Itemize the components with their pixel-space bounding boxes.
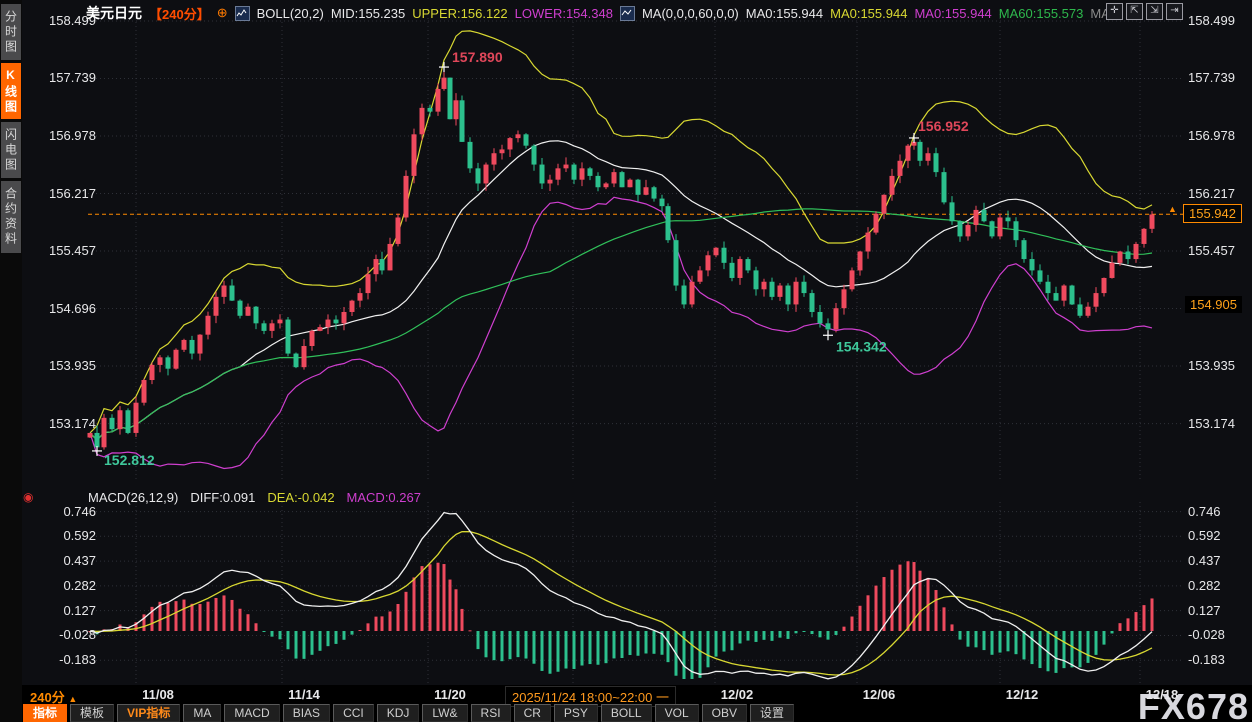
toolbar-button-指标[interactable]: 指标 bbox=[23, 704, 67, 722]
sidebar-tab-4[interactable]: 合约资料 bbox=[1, 181, 21, 253]
macd-header: MACD(26,12,9) DIFF:0.091 DEA:-0.042 MACD… bbox=[88, 490, 421, 505]
boll-lower-value: LOWER:154.348 bbox=[515, 6, 613, 21]
ma-label: MA(0,0,0,60,0,0) bbox=[642, 6, 739, 21]
trading-app-window: 152.812 157.890 154.342 156.952 分时图 K线图闪电图合约… bbox=[0, 0, 1252, 722]
toolbar-button-MA[interactable]: MA bbox=[183, 704, 221, 722]
toolbar-button-CR[interactable]: CR bbox=[514, 704, 551, 722]
toolbar-button-VIP指标[interactable]: VIP指标 bbox=[117, 704, 180, 722]
pan-right-icon[interactable]: ⇥ bbox=[1166, 3, 1183, 20]
boll-mid-value: MID:155.235 bbox=[331, 6, 405, 21]
ma0-magenta-value: MA0:155.944 bbox=[914, 6, 991, 21]
toolbar-button-CCI[interactable]: CCI bbox=[333, 704, 374, 722]
time-axis-label: 12/12 bbox=[1006, 687, 1039, 702]
toolbar-button-模板[interactable]: 模板 bbox=[70, 704, 114, 722]
toolbar-button-BOLL[interactable]: BOLL bbox=[601, 704, 652, 722]
toolbar-button-LW&[interactable]: LW& bbox=[422, 704, 467, 722]
watermark-logo: FX678 bbox=[1138, 686, 1249, 722]
indicator-toolbar: 指标模板VIP指标MAMACDBIASCCIKDJLW&RSICRPSYBOLL… bbox=[23, 704, 794, 722]
macd-title: MACD(26,12,9) bbox=[88, 490, 178, 505]
time-axis-label: 12/02 bbox=[721, 687, 754, 702]
boll-label: BOLL(20,2) bbox=[257, 6, 324, 21]
toolbar-button-RSI[interactable]: RSI bbox=[471, 704, 511, 722]
axis-zoom-in-icon[interactable]: ⇱ bbox=[1126, 3, 1143, 20]
macd-macd-value: MACD:0.267 bbox=[347, 490, 421, 505]
sidebar: 分时图 K线图闪电图合约资料 bbox=[0, 0, 22, 722]
time-axis-label: 12/06 bbox=[863, 687, 896, 702]
svg-text:156.952: 156.952 bbox=[918, 118, 969, 134]
boll-indicator-icon[interactable] bbox=[235, 6, 250, 21]
price-marker-arrow-icon: ▲ bbox=[1168, 204, 1177, 214]
svg-text:154.342: 154.342 bbox=[836, 338, 887, 354]
current-price-badge: 155.942 bbox=[1183, 204, 1242, 223]
sidebar-tab-2[interactable]: K线图 bbox=[1, 63, 21, 119]
selected-price-badge: 154.905 bbox=[1185, 296, 1242, 313]
time-axis-bar: 240分 ▲ 2025/11/24 18:00~22:00 一 11/0811/… bbox=[22, 685, 1252, 703]
axis-zoom-out-icon[interactable]: ⇲ bbox=[1146, 3, 1163, 20]
boll-upper-value: UPPER:156.122 bbox=[412, 6, 507, 21]
time-axis-label: 11/08 bbox=[142, 687, 174, 702]
toolbar-button-PSY[interactable]: PSY bbox=[554, 704, 598, 722]
toolbar-button-VOL[interactable]: VOL bbox=[655, 704, 699, 722]
ma60-value: MA60:155.573 bbox=[999, 6, 1084, 21]
timeframe-text: 240分 bbox=[30, 690, 65, 705]
symbol-name: 美元日元 bbox=[86, 3, 142, 23]
crosshair-icon[interactable]: ✛ bbox=[1106, 3, 1123, 20]
toolbar-button-KDJ[interactable]: KDJ bbox=[377, 704, 420, 722]
sidebar-tab-1[interactable]: 分时图 bbox=[1, 4, 21, 60]
timeframe-label[interactable]: 【240分】 bbox=[149, 4, 210, 23]
svg-text:157.890: 157.890 bbox=[452, 49, 503, 65]
macd-settings-icon[interactable]: ◉ bbox=[23, 490, 33, 504]
chart-header: 美元日元 【240分】 ⊕ BOLL(20,2) MID:155.235 UPP… bbox=[86, 3, 1121, 23]
time-axis-label: 11/14 bbox=[288, 687, 320, 702]
target-icon[interactable]: ⊕ bbox=[217, 5, 228, 21]
time-axis-label: 11/20 bbox=[434, 687, 466, 702]
chart-tool-icons: ✛⇱⇲⇥ bbox=[1106, 3, 1183, 20]
toolbar-button-OBV[interactable]: OBV bbox=[702, 704, 747, 722]
candlestick-chart[interactable]: 152.812 157.890 154.342 156.952 bbox=[0, 0, 1252, 722]
sidebar-tab-3[interactable]: 闪电图 bbox=[1, 122, 21, 178]
toolbar-button-MACD[interactable]: MACD bbox=[224, 704, 279, 722]
timeframe-dropdown-arrow-icon: ▲ bbox=[68, 694, 77, 704]
macd-diff-value: DIFF:0.091 bbox=[190, 490, 255, 505]
toolbar-button-设置[interactable]: 设置 bbox=[750, 704, 794, 722]
macd-dea-value: DEA:-0.042 bbox=[267, 490, 334, 505]
ma0-white-value: MA0:155.944 bbox=[746, 6, 823, 21]
ma-indicator-icon[interactable] bbox=[620, 6, 635, 21]
ma0-yellow-value: MA0:155.944 bbox=[830, 6, 907, 21]
svg-text:152.812: 152.812 bbox=[104, 452, 155, 468]
toolbar-button-BIAS[interactable]: BIAS bbox=[283, 704, 330, 722]
